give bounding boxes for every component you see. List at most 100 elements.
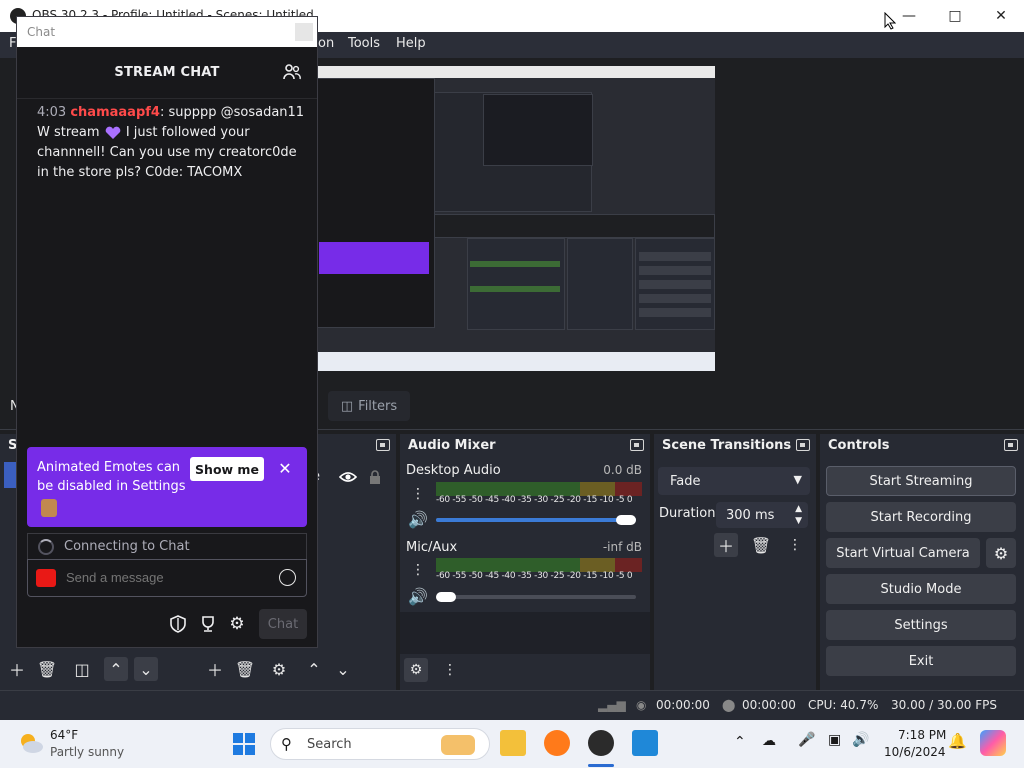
scene-transitions-title: Scene Transitions (662, 438, 792, 453)
chat-send-button[interactable]: Chat (259, 609, 307, 639)
notification-bell-icon[interactable]: 🔔 (948, 732, 967, 750)
trophy-icon[interactable] (197, 613, 219, 635)
source-properties-gear-icon[interactable]: ⚙ (267, 657, 291, 681)
chat-title-bar: Chat (17, 17, 317, 47)
channel-menu-icon[interactable]: ⋮ (406, 482, 430, 506)
chat-settings-gear-icon[interactable]: ⚙ (226, 613, 248, 635)
stepper-icon[interactable]: ▲ ▼ (795, 503, 802, 527)
users-icon[interactable] (283, 63, 301, 85)
firefox-icon[interactable] (544, 730, 570, 756)
meter-scale: -60 -55 -50 -45 -40 -35 -30 -25 -20 -15 … (436, 571, 633, 581)
popout-icon[interactable] (630, 439, 644, 451)
settings-button[interactable]: Settings (826, 610, 1016, 640)
weather-icon[interactable] (18, 732, 44, 754)
duration-input[interactable]: 300 ms ▲ ▼ (716, 502, 808, 528)
menu-partial[interactable]: on (318, 36, 334, 51)
channel-name: Desktop Audio (406, 463, 501, 478)
speaker-icon[interactable]: 🔊 (406, 507, 430, 531)
move-down-icon[interactable]: ⌄ (134, 657, 158, 681)
clock-time[interactable]: 7:18 PM (898, 728, 946, 742)
scene-filters-icon[interactable]: ◫ (70, 657, 94, 681)
mic-audio-meter (436, 558, 642, 572)
source-up-icon[interactable]: ⌃ (302, 657, 326, 681)
weather-temp[interactable]: 64°F (50, 728, 78, 742)
copilot-icon[interactable] (980, 730, 1006, 756)
active-app-indicator (588, 764, 614, 767)
obs-taskbar-icon[interactable] (588, 730, 614, 756)
banner-close-icon[interactable]: ✕ (274, 457, 296, 479)
fps-readout: 30.00 / 30.00 FPS (891, 698, 997, 712)
microphone-icon[interactable]: 🎤 (798, 732, 815, 748)
start-recording-button[interactable]: Start Recording (826, 502, 1016, 532)
lock-icon[interactable] (363, 465, 387, 489)
audio-mixer-dock: Audio Mixer Desktop Audio 0.0 dB ⋮ -60 -… (400, 434, 650, 690)
channel-level: -inf dB (602, 540, 642, 554)
transition-select[interactable]: Fade ▼ (658, 467, 810, 495)
popout-icon[interactable] (796, 439, 810, 451)
exit-button[interactable]: Exit (826, 646, 1016, 676)
preview-canvas[interactable] (317, 66, 715, 371)
remove-transition-icon[interactable]: 🗑 (749, 533, 773, 557)
close-button[interactable]: ✕ (978, 0, 1024, 32)
mixer-menu-icon[interactable]: ⋮ (438, 658, 462, 682)
volume-slider-knob[interactable] (616, 515, 636, 525)
clock-date[interactable]: 10/6/2024 (884, 745, 946, 759)
add-source-icon[interactable]: ＋ (203, 657, 227, 681)
menu-help[interactable]: Help (396, 36, 426, 51)
mini-chat (317, 78, 435, 328)
mini-banner (319, 242, 429, 274)
message-username[interactable]: chamaaapf4 (70, 105, 160, 120)
filters-button[interactable]: ◫ Filters (328, 391, 410, 421)
emoji-icon[interactable] (279, 569, 296, 586)
filters-icon: ◫ (340, 398, 354, 414)
desktop-audio-meter (436, 482, 642, 496)
search-icon: ⚲ (281, 735, 292, 753)
scene-transitions-dock: Scene Transitions Fade ▼ Duration 300 ms… (654, 434, 816, 690)
volume-icon[interactable]: 🔊 (852, 732, 869, 748)
display-icon[interactable]: ▣ (828, 732, 841, 748)
start-streaming-button[interactable]: Start Streaming (826, 466, 1016, 496)
windows-taskbar: 64°F Partly sunny ⚲ Search ⌃ ☁ 🎤 ▣ 🔊 7:1… (0, 720, 1024, 768)
studio-mode-button[interactable]: Studio Mode (826, 574, 1016, 604)
chat-close-button[interactable] (295, 23, 313, 41)
transition-menu-icon[interactable]: ⋮ (783, 533, 807, 557)
remove-scene-icon[interactable]: 🗑 (35, 657, 59, 681)
add-scene-icon[interactable]: ＋ (5, 657, 29, 681)
app-taskbar-icon[interactable] (632, 730, 658, 756)
mini-titlebar (317, 66, 715, 78)
stream-status-icon: ◉ (636, 698, 647, 712)
controls-title: Controls (828, 438, 890, 453)
chat-window: Chat STREAM CHAT 4:03 chamaaapf4: supppp… (16, 16, 318, 648)
chevron-up-icon[interactable]: ⌃ (734, 734, 746, 750)
popout-icon[interactable] (376, 439, 390, 451)
windows-start-icon[interactable] (232, 732, 256, 756)
network-icon[interactable]: ☁ (762, 733, 776, 749)
virtual-camera-gear-icon[interactable]: ⚙ (986, 538, 1016, 568)
visibility-eye-icon[interactable] (336, 465, 360, 489)
mini-taskbar (317, 352, 715, 371)
popout-icon[interactable] (1004, 439, 1018, 451)
channel-level: 0.0 dB (603, 463, 642, 477)
menu-tools[interactable]: Tools (348, 36, 380, 51)
speaker-icon[interactable]: 🔊 (406, 584, 430, 608)
chat-window-title: Chat (27, 25, 56, 39)
connecting-status: Connecting to Chat (27, 533, 307, 559)
start-virtual-camera-button[interactable]: Start Virtual Camera (826, 538, 980, 568)
send-message-box[interactable] (27, 559, 307, 597)
remove-source-icon[interactable]: 🗑 (233, 657, 257, 681)
show-me-button[interactable]: Show me (190, 457, 264, 481)
advanced-audio-gear-icon[interactable]: ⚙ (404, 658, 428, 682)
file-explorer-icon[interactable] (500, 730, 526, 756)
add-transition-icon[interactable]: ＋ (714, 533, 738, 557)
purple-heart-emote-icon (104, 126, 122, 140)
source-down-icon[interactable]: ⌄ (331, 657, 355, 681)
channel-menu-icon[interactable]: ⋮ (406, 558, 430, 582)
taskbar-search[interactable]: ⚲ Search (270, 728, 490, 760)
shield-icon[interactable] (167, 613, 189, 635)
chat-input[interactable] (66, 570, 266, 585)
volume-slider-knob[interactable] (436, 592, 456, 602)
weather-desc[interactable]: Partly sunny (50, 745, 124, 759)
mouse-cursor-icon (884, 11, 897, 34)
move-up-icon[interactable]: ⌃ (104, 657, 128, 681)
maximize-button[interactable]: □ (932, 0, 978, 32)
